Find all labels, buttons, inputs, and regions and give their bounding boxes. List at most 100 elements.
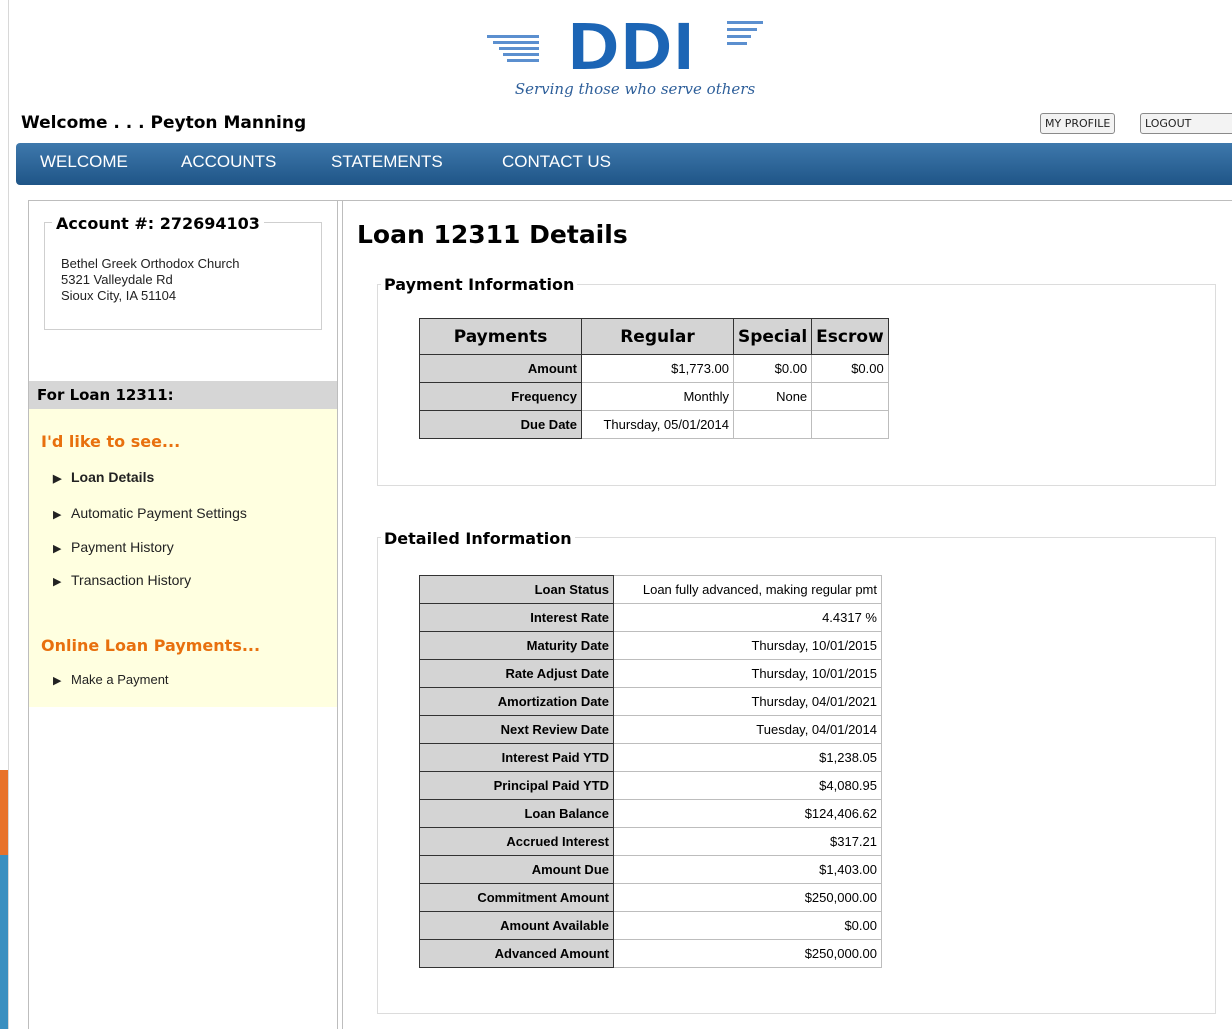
row-label: Next Review Date	[419, 715, 614, 744]
loan-header: For Loan 12311:	[29, 381, 337, 409]
nav-accounts[interactable]: ACCOUNTS	[181, 152, 276, 172]
account-address: Bethel Greek Orthodox Church 5321 Valley…	[61, 256, 239, 304]
row-label: Accrued Interest	[419, 827, 614, 856]
table-row: Amount $1,773.00 $0.00 $0.00	[419, 354, 889, 383]
row-label: Interest Paid YTD	[419, 743, 614, 772]
row-value: $0.00	[613, 911, 882, 940]
cell-escrow	[811, 410, 889, 439]
table-row: Principal Paid YTD $4,080.95	[419, 771, 882, 800]
row-value: Thursday, 10/01/2015	[613, 659, 882, 688]
triangle-right-icon: ▶	[53, 543, 62, 555]
link-label: Loan Details	[71, 469, 155, 485]
row-value: $4,080.95	[613, 771, 882, 800]
nav-contact-us[interactable]: CONTACT US	[502, 152, 611, 172]
row-label: Loan Balance	[419, 799, 614, 828]
table-row: Amount Available $0.00	[419, 911, 882, 940]
logo-text: DDI	[566, 9, 694, 86]
link-label: Payment History	[71, 539, 174, 555]
row-value: Loan fully advanced, making regular pmt	[613, 575, 882, 604]
row-value: Tuesday, 04/01/2014	[613, 715, 882, 744]
sidebar-link-transaction-history[interactable]: ▶ Transaction History	[53, 572, 191, 588]
window-edge-orange	[0, 770, 8, 855]
address-line: Sioux City, IA 51104	[61, 288, 177, 303]
logo-tagline: Serving those who serve others	[514, 80, 756, 98]
cell-special: $0.00	[732, 354, 813, 383]
table-row: Commitment Amount $250,000.00	[419, 883, 882, 912]
sidebar-link-make-payment[interactable]: ▶ Make a Payment	[53, 672, 169, 687]
frame-line	[8, 0, 9, 1029]
sidebar-link-automatic-payment-settings[interactable]: ▶ Automatic Payment Settings	[53, 505, 247, 521]
table-row: Maturity Date Thursday, 10/01/2015	[419, 631, 882, 660]
address-line: 5321 Valleydale Rd	[61, 272, 173, 287]
sidebar-link-payment-history[interactable]: ▶ Payment History	[53, 539, 174, 555]
table-row: Interest Paid YTD $1,238.05	[419, 743, 882, 772]
nav-welcome[interactable]: WELCOME	[40, 152, 128, 172]
table-row: Amortization Date Thursday, 04/01/2021	[419, 687, 882, 716]
row-label: Rate Adjust Date	[419, 659, 614, 688]
row-value: $250,000.00	[613, 883, 882, 912]
row-label: Interest Rate	[419, 603, 614, 632]
cell-escrow: $0.00	[811, 354, 889, 383]
welcome-text: Welcome . . . Peyton Manning	[21, 113, 307, 133]
sidebar-panel	[29, 409, 337, 707]
triangle-right-icon: ▶	[53, 473, 62, 485]
row-value: $1,238.05	[613, 743, 882, 772]
main-nav: WELCOME ACCOUNTS STATEMENTS CONTACT US	[16, 143, 1232, 185]
detailed-info-legend: Detailed Information	[381, 529, 575, 548]
link-label: Transaction History	[71, 572, 192, 588]
row-label: Loan Status	[419, 575, 614, 604]
payment-info-legend: Payment Information	[381, 275, 578, 294]
row-label: Due Date	[419, 410, 582, 439]
row-value: Thursday, 04/01/2021	[613, 687, 882, 716]
row-value: $317.21	[613, 827, 882, 856]
row-label: Principal Paid YTD	[419, 771, 614, 800]
row-label: Advanced Amount	[419, 939, 614, 968]
row-label: Amount	[419, 354, 582, 383]
column-header: Special	[732, 318, 813, 355]
cell-escrow	[811, 382, 889, 411]
table-header-row: Payments Regular Special Escrow	[419, 318, 889, 355]
table-row: Accrued Interest $317.21	[419, 827, 882, 856]
column-header: Regular	[581, 318, 734, 355]
triangle-right-icon: ▶	[53, 576, 62, 588]
sidebar-border-right	[337, 200, 338, 1029]
page-title: Loan 12311 Details	[357, 220, 628, 249]
table-row: Interest Rate 4.4317 %	[419, 603, 882, 632]
sidebar-link-loan-details[interactable]: ▶ Loan Details	[53, 469, 154, 485]
column-header: Escrow	[811, 318, 889, 355]
triangle-right-icon: ▶	[53, 675, 62, 687]
detailed-table: Loan Status Loan fully advanced, making r…	[419, 575, 882, 968]
logout-button[interactable]: LOGOUT	[1140, 113, 1232, 134]
cell-regular: Monthly	[581, 382, 734, 411]
table-row: Amount Due $1,403.00	[419, 855, 882, 884]
table-row: Loan Balance $124,406.62	[419, 799, 882, 828]
window-edge-blue	[0, 855, 8, 1029]
cell-regular: Thursday, 05/01/2014	[581, 410, 734, 439]
table-row: Loan Status Loan fully advanced, making r…	[419, 575, 882, 604]
row-label: Frequency	[419, 382, 582, 411]
row-value: 4.4317 %	[613, 603, 882, 632]
table-row: Due Date Thursday, 05/01/2014	[419, 410, 889, 439]
account-number: Account #: 272694103	[52, 214, 264, 233]
row-value: $250,000.00	[613, 939, 882, 968]
link-label: Make a Payment	[71, 672, 169, 687]
row-value: $1,403.00	[613, 855, 882, 884]
table-row: Next Review Date Tuesday, 04/01/2014	[419, 715, 882, 744]
cell-special	[732, 410, 813, 439]
row-label: Amount Due	[419, 855, 614, 884]
column-header: Payments	[419, 318, 582, 355]
content-border-left	[342, 200, 343, 1029]
row-value: Thursday, 10/01/2015	[613, 631, 882, 660]
see-section-title: I'd like to see...	[41, 432, 181, 451]
table-row: Advanced Amount $250,000.00	[419, 939, 882, 968]
row-label: Commitment Amount	[419, 883, 614, 912]
table-row: Frequency Monthly None	[419, 382, 889, 411]
row-label: Amortization Date	[419, 687, 614, 716]
my-profile-button[interactable]: MY PROFILE	[1040, 113, 1116, 134]
nav-statements[interactable]: STATEMENTS	[331, 152, 443, 172]
table-row: Rate Adjust Date Thursday, 10/01/2015	[419, 659, 882, 688]
triangle-right-icon: ▶	[53, 509, 62, 521]
row-value: $124,406.62	[613, 799, 882, 828]
payments-section-title: Online Loan Payments...	[41, 636, 261, 655]
cell-regular: $1,773.00	[581, 354, 734, 383]
